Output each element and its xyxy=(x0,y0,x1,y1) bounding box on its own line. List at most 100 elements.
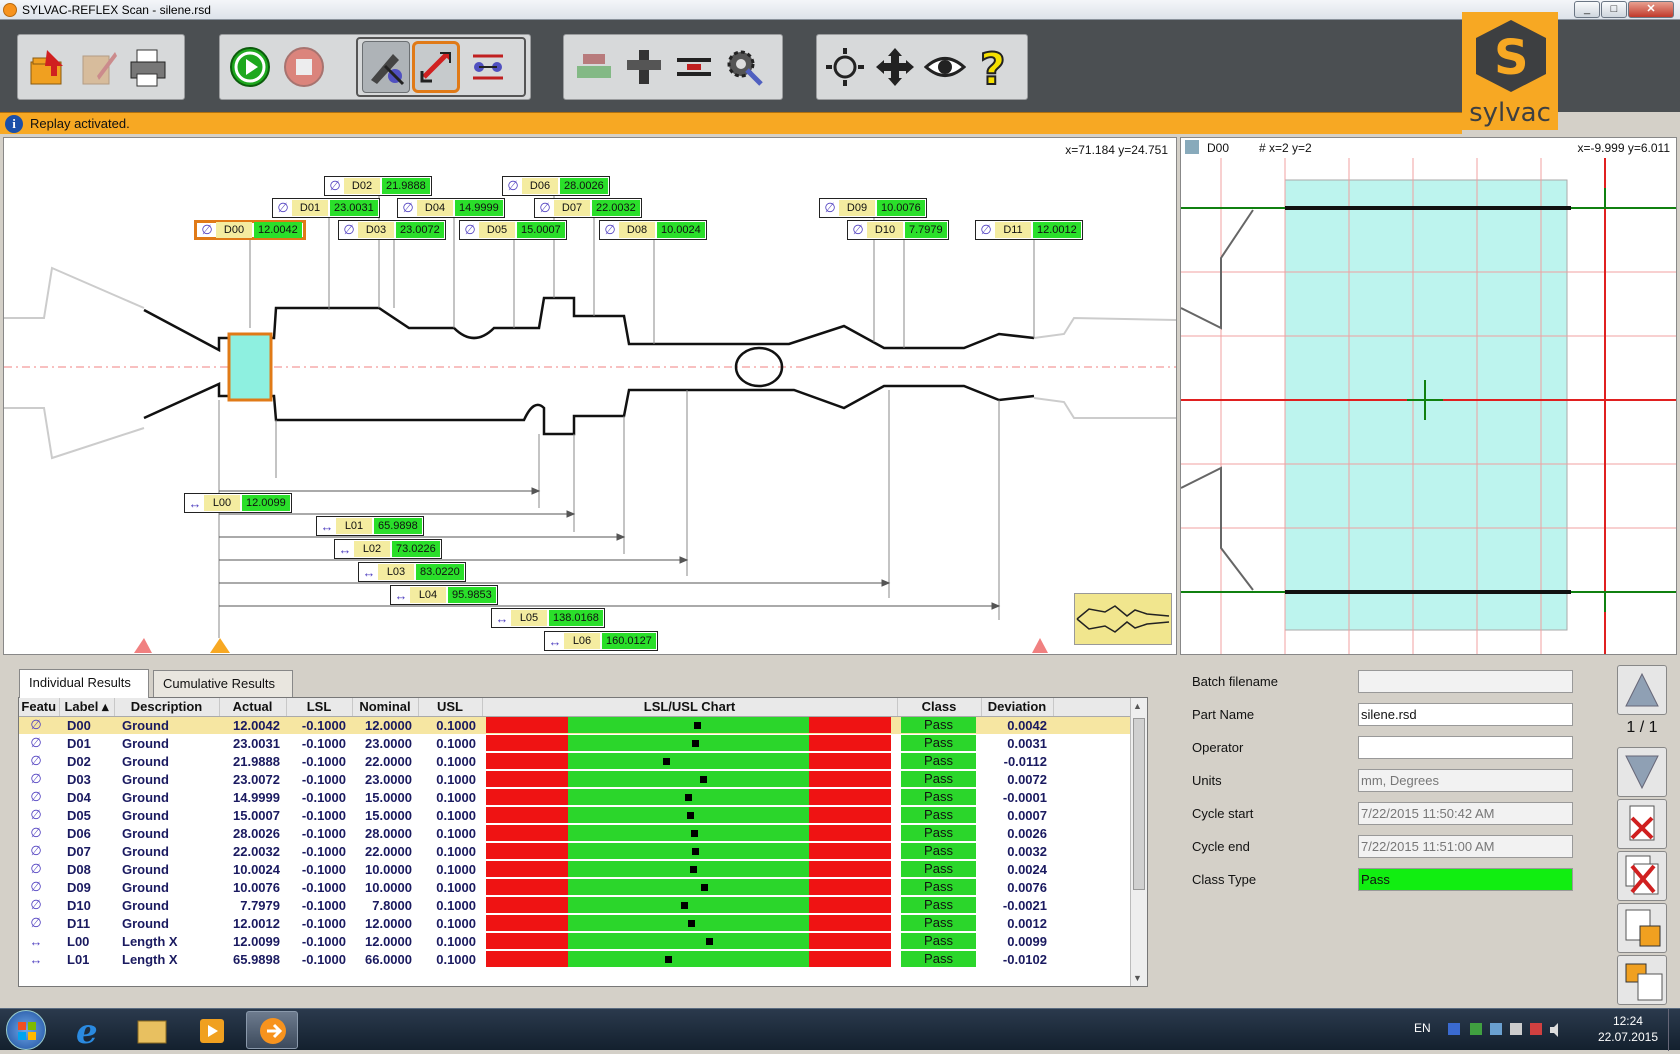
col-nominal[interactable]: Nominal xyxy=(352,698,419,717)
stop-button[interactable] xyxy=(280,41,328,93)
minimize-button[interactable]: _ xyxy=(1574,1,1600,18)
table-row[interactable]: ∅ D08 Ground 10.0024 -0.1000 10.0000 0.1000 Pas… xyxy=(19,860,1131,878)
length-button[interactable] xyxy=(670,41,718,93)
overview-thumbnail[interactable] xyxy=(1074,593,1172,645)
zoom-view[interactable]: D00 # x=2 y=2 x=-9.999 y=6.011 xyxy=(1180,137,1677,655)
diameter-label-d11[interactable]: ∅ D11 12.0012 xyxy=(975,220,1083,240)
export-button[interactable] xyxy=(1617,903,1667,953)
taskbar-sylvac[interactable] xyxy=(246,1011,298,1049)
field-cycle-end[interactable]: 7/22/2015 11:51:00 AM xyxy=(1358,835,1573,858)
measure-tools-button[interactable] xyxy=(362,41,410,93)
table-row[interactable]: ∅ D02 Ground 21.9888 -0.1000 22.0000 0.1000 Pas… xyxy=(19,752,1131,770)
col-chart[interactable]: LSL/USL Chart xyxy=(482,698,898,717)
zoom-play-icon[interactable] xyxy=(1185,140,1199,154)
delete-all-button[interactable] xyxy=(1617,851,1667,901)
table-row[interactable]: ∅ D10 Ground 7.7979 -0.1000 7.8000 0.1000 Pass -… xyxy=(19,896,1131,914)
feature-button[interactable] xyxy=(464,41,512,93)
open-file-button[interactable] xyxy=(24,41,72,93)
diameter-label-d02[interactable]: ∅ D02 21.9888 xyxy=(324,176,432,196)
show-desktop-button[interactable] xyxy=(1668,1009,1680,1051)
replay-button[interactable] xyxy=(412,41,460,93)
delete-part-button[interactable] xyxy=(1617,799,1667,849)
help-button[interactable]: ? xyxy=(971,41,1019,93)
clock[interactable]: 12:24 22.07.2015 xyxy=(1598,1013,1658,1045)
start-button[interactable] xyxy=(6,1010,46,1050)
table-row[interactable]: ∅ D05 Ground 15.0007 -0.1000 15.0000 0.1000 Pas… xyxy=(19,806,1131,824)
tab-individual-results[interactable]: Individual Results xyxy=(19,669,149,698)
col-description[interactable]: Description xyxy=(114,698,220,717)
calibrate-button[interactable] xyxy=(620,41,668,93)
col-usl[interactable]: USL xyxy=(418,698,483,717)
col-class[interactable]: Class xyxy=(897,698,982,717)
field-cycle-start[interactable]: 7/22/2015 11:50:42 AM xyxy=(1358,802,1573,825)
table-row[interactable]: ∅ D09 Ground 10.0076 -0.1000 10.0000 0.1000 Pas… xyxy=(19,878,1131,896)
field-part-name[interactable]: silene.rsd xyxy=(1358,703,1573,726)
play-button[interactable] xyxy=(226,41,274,93)
field-operator[interactable] xyxy=(1358,736,1573,759)
scrollbar-thumb[interactable] xyxy=(1133,718,1145,890)
diameter-label-d07[interactable]: ∅ D07 22.0032 xyxy=(534,198,642,218)
diameter-label-d00[interactable]: ∅ D00 12.0042 xyxy=(194,220,306,240)
table-row[interactable]: ∅ D01 Ground 23.0031 -0.1000 23.0000 0.1000 Pas… xyxy=(19,734,1131,752)
table-row[interactable]: ↔ L00 Length X 12.0099 -0.1000 12.0000 0.1000 P… xyxy=(19,932,1131,950)
diameter-label-d01[interactable]: ∅ D01 23.0031 xyxy=(272,198,380,218)
close-button[interactable]: ✕ xyxy=(1628,1,1674,18)
length-label-l05[interactable]: ↔ L05 138.0168 xyxy=(491,608,605,628)
language-indicator[interactable]: EN xyxy=(1414,1021,1431,1035)
diameter-label-d04[interactable]: ∅ D04 14.9999 xyxy=(397,198,505,218)
taskbar-media[interactable] xyxy=(186,1011,238,1049)
col-feature[interactable]: Featu xyxy=(19,698,60,717)
taskbar-ie[interactable]: e xyxy=(62,1011,114,1052)
cell-class: Pass xyxy=(897,842,981,860)
import-button[interactable] xyxy=(1617,955,1667,1005)
zoom-fit-button[interactable] xyxy=(821,41,869,93)
col-lsl[interactable]: LSL xyxy=(286,698,353,717)
table-row[interactable]: ↔ L01 Length X 65.9898 -0.1000 66.0000 0.1000 P… xyxy=(19,950,1131,968)
print-button[interactable] xyxy=(124,41,172,93)
diameter-label-d09[interactable]: ∅ D09 10.0076 xyxy=(819,198,927,218)
diameter-label-d03[interactable]: ∅ D03 23.0072 xyxy=(338,220,446,240)
scroll-down-icon[interactable]: ▼ xyxy=(1133,973,1142,983)
part-view[interactable]: x=71.184 y=24.751 ∅ D00 12.0042 ∅ D01 23… xyxy=(3,137,1177,655)
profile-button[interactable] xyxy=(570,41,618,93)
taskbar-explorer[interactable] xyxy=(126,1011,178,1049)
table-row[interactable]: ∅ D07 Ground 22.0032 -0.1000 22.0000 0.1000 Pas… xyxy=(19,842,1131,860)
pan-button[interactable] xyxy=(871,41,919,93)
length-label-l00[interactable]: ↔ L00 12.0099 xyxy=(184,493,292,513)
length-label-l06[interactable]: ↔ L06 160.0127 xyxy=(544,631,658,651)
feature-name: L00 xyxy=(204,495,240,511)
diameter-label-d05[interactable]: ∅ D05 15.0007 xyxy=(459,220,567,240)
view-button[interactable] xyxy=(921,41,969,93)
table-row[interactable]: ∅ D00 Ground 12.0042 -0.1000 12.0000 0.1000 Pas… xyxy=(19,716,1131,734)
save-button[interactable] xyxy=(74,41,122,93)
col-deviation[interactable]: Deviation xyxy=(981,698,1054,717)
table-row[interactable]: ∅ D03 Ground 23.0072 -0.1000 23.0000 0.1000 Pas… xyxy=(19,770,1131,788)
previous-part-button[interactable] xyxy=(1617,665,1667,715)
length-label-l04[interactable]: ↔ L04 95.9853 xyxy=(390,585,498,605)
table-row[interactable]: ∅ D06 Ground 28.0026 -0.1000 28.0000 0.1000 Pas… xyxy=(19,824,1131,842)
length-label-l02[interactable]: ↔ L02 73.0226 xyxy=(334,539,442,559)
cell-nominal: 12.0000 xyxy=(365,915,412,931)
diameter-label-d08[interactable]: ∅ D08 10.0024 xyxy=(599,220,707,240)
cell-usl: 0.1000 xyxy=(436,735,476,751)
col-label[interactable]: Label ▴ xyxy=(59,698,115,717)
tab-cumulative-results[interactable]: Cumulative Results xyxy=(153,670,293,697)
field-batch-filename[interactable] xyxy=(1358,670,1573,693)
settings-button[interactable] xyxy=(720,41,768,93)
table-row[interactable]: ∅ D11 Ground 12.0012 -0.1000 12.0000 0.1000 Pas… xyxy=(19,914,1131,932)
zoom-canvas xyxy=(1181,158,1676,654)
scroll-up-icon[interactable]: ▲ xyxy=(1133,701,1142,711)
next-part-button[interactable] xyxy=(1617,747,1667,797)
system-tray[interactable] xyxy=(1448,1021,1568,1039)
table-scrollbar[interactable]: ▲ ▼ xyxy=(1130,698,1147,986)
diameter-label-d06[interactable]: ∅ D06 28.0026 xyxy=(502,176,610,196)
maximize-button[interactable]: □ xyxy=(1601,1,1627,18)
length-label-l01[interactable]: ↔ L01 65.9898 xyxy=(316,516,424,536)
table-row[interactable]: ∅ D04 Ground 14.9999 -0.1000 15.0000 0.1000 Pas… xyxy=(19,788,1131,806)
col-actual[interactable]: Actual xyxy=(219,698,287,717)
field-class-type[interactable]: Pass xyxy=(1358,868,1573,891)
length-label-l03[interactable]: ↔ L03 83.0220 xyxy=(358,562,466,582)
field-units[interactable]: mm, Degrees xyxy=(1358,769,1573,792)
cell-lsl: -0.1000 xyxy=(301,807,346,823)
diameter-label-d10[interactable]: ∅ D10 7.7979 xyxy=(847,220,949,240)
